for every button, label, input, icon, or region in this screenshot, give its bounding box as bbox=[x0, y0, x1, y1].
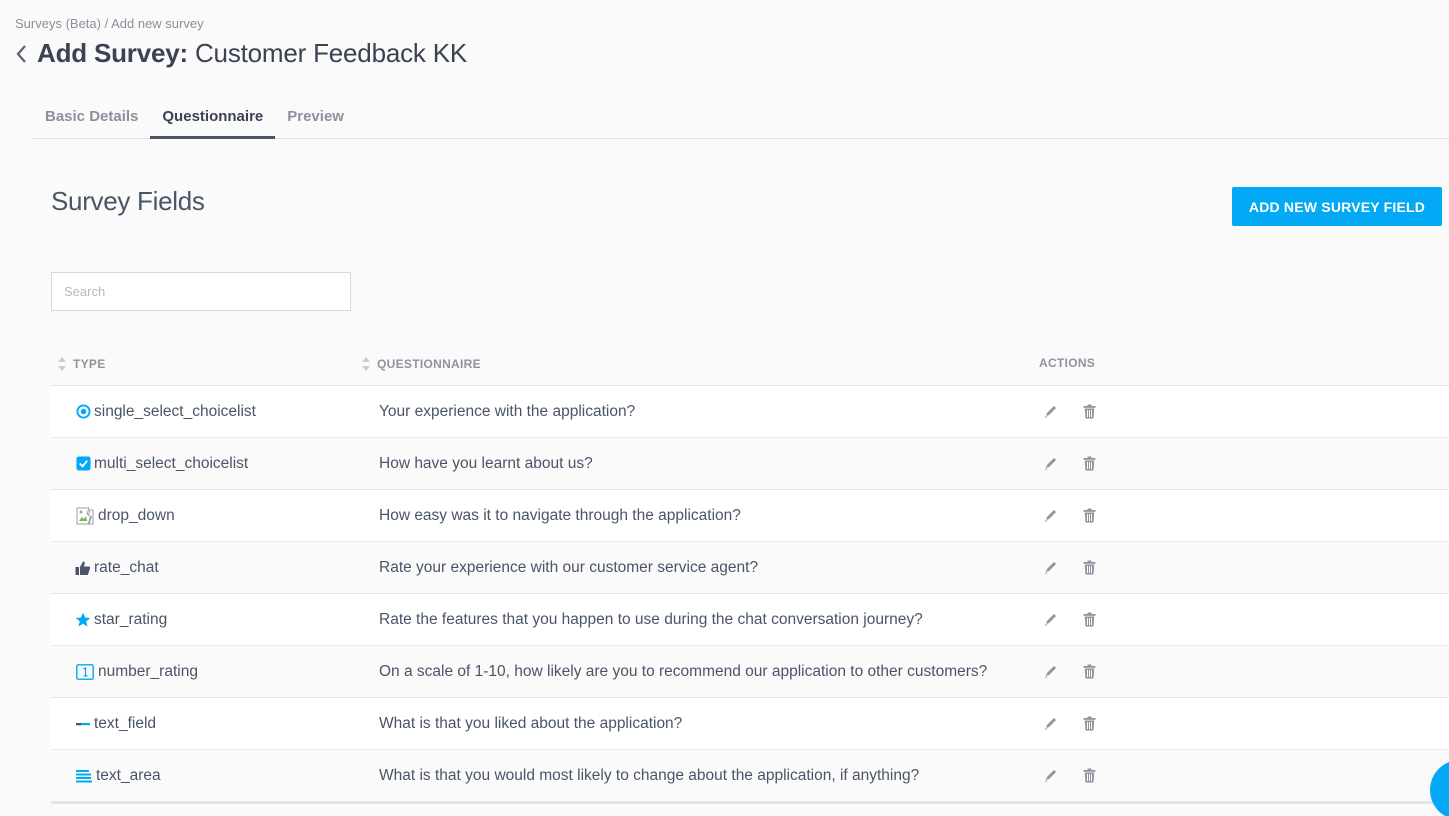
text-field-icon bbox=[75, 716, 91, 732]
question-cell: How easy was it to navigate through the … bbox=[379, 506, 741, 524]
type-label: multi_select_choicelist bbox=[94, 454, 249, 472]
table-footer-divider bbox=[51, 802, 1449, 804]
table-row: number_rating On a scale of 1-10, how li… bbox=[51, 646, 1449, 698]
search-input[interactable] bbox=[51, 272, 351, 311]
table-row: single_select_choicelist Your experience… bbox=[51, 386, 1449, 438]
question-cell: What is that you would most likely to ch… bbox=[379, 766, 920, 784]
type-cell: rate_chat bbox=[75, 542, 159, 593]
page-title: Add Survey: Customer Feedback KK bbox=[37, 38, 467, 69]
radio-icon bbox=[75, 404, 91, 420]
delete-icon[interactable] bbox=[1081, 612, 1097, 628]
questionnaire-column-label: QUESTIONNAIRE bbox=[377, 357, 481, 371]
type-cell: number_rating bbox=[75, 646, 198, 697]
type-column-label: TYPE bbox=[73, 357, 106, 371]
star-icon bbox=[75, 612, 91, 628]
actions-cell bbox=[1043, 698, 1097, 749]
delete-icon[interactable] bbox=[1081, 508, 1097, 524]
actions-cell bbox=[1043, 490, 1097, 541]
question-cell: On a scale of 1-10, how likely are you t… bbox=[379, 662, 988, 680]
edit-icon[interactable] bbox=[1043, 508, 1059, 524]
questionnaire-column-header[interactable]: QUESTIONNAIRE bbox=[361, 356, 481, 372]
checkbox-icon bbox=[75, 456, 91, 472]
page-title-prefix: Add Survey: bbox=[37, 38, 188, 68]
survey-name: Customer Feedback KK bbox=[194, 38, 467, 68]
delete-icon[interactable] bbox=[1081, 768, 1097, 784]
delete-icon[interactable] bbox=[1081, 404, 1097, 420]
table-row: rate_chat Rate your experience with our … bbox=[51, 542, 1449, 594]
tab-bar: Basic Details Questionnaire Preview bbox=[33, 98, 1449, 139]
tab-preview[interactable]: Preview bbox=[275, 98, 356, 139]
sort-icon bbox=[362, 357, 370, 371]
type-cell: text_area bbox=[75, 750, 161, 801]
question-cell: Rate the features that you happen to use… bbox=[379, 610, 923, 628]
chevron-left-icon[interactable] bbox=[15, 39, 33, 69]
table-header: TYPE QUESTIONNAIRE ACTIONS bbox=[51, 340, 1449, 386]
number-icon bbox=[75, 663, 95, 680]
actions-cell bbox=[1043, 542, 1097, 593]
delete-icon[interactable] bbox=[1081, 664, 1097, 680]
type-label: text_area bbox=[96, 766, 161, 784]
type-label: drop_down bbox=[98, 506, 175, 524]
edit-icon[interactable] bbox=[1043, 456, 1059, 472]
delete-icon[interactable] bbox=[1081, 456, 1097, 472]
survey-fields-table: single_select_choicelist Your experience… bbox=[51, 386, 1449, 802]
table-row: star_rating Rate the features that you h… bbox=[51, 594, 1449, 646]
edit-icon[interactable] bbox=[1043, 716, 1059, 732]
table-row: text_area What is that you would most li… bbox=[51, 750, 1449, 802]
question-cell: How have you learnt about us? bbox=[379, 454, 593, 472]
edit-icon[interactable] bbox=[1043, 768, 1059, 784]
edit-icon[interactable] bbox=[1043, 560, 1059, 576]
edit-icon[interactable] bbox=[1043, 404, 1059, 420]
type-label: text_field bbox=[94, 714, 157, 732]
page-header: Add Survey: Customer Feedback KK bbox=[15, 38, 467, 69]
type-cell: drop_down bbox=[75, 490, 175, 541]
delete-icon[interactable] bbox=[1081, 560, 1097, 576]
thumbs-up-icon bbox=[75, 560, 91, 576]
text-area-icon bbox=[75, 768, 93, 784]
type-label: single_select_choicelist bbox=[94, 402, 256, 420]
breadcrumb: Surveys (Beta) / Add new survey bbox=[15, 16, 204, 31]
type-label: star_rating bbox=[94, 610, 168, 628]
actions-cell bbox=[1043, 386, 1097, 437]
question-cell: Rate your experience with our customer s… bbox=[379, 558, 759, 576]
question-cell: What is that you liked about the applica… bbox=[379, 714, 683, 732]
table-row: multi_select_choicelist How have you lea… bbox=[51, 438, 1449, 490]
add-survey-field-button[interactable]: ADD NEW SURVEY FIELD bbox=[1232, 187, 1442, 226]
table-row: text_field What is that you liked about … bbox=[51, 698, 1449, 750]
delete-icon[interactable] bbox=[1081, 716, 1097, 732]
edit-icon[interactable] bbox=[1043, 612, 1059, 628]
type-column-header[interactable]: TYPE bbox=[57, 356, 106, 372]
sort-icon bbox=[58, 357, 66, 371]
type-cell: multi_select_choicelist bbox=[75, 438, 248, 489]
actions-cell bbox=[1043, 646, 1097, 697]
type-cell: text_field bbox=[75, 698, 156, 749]
actions-cell bbox=[1043, 594, 1097, 645]
question-cell: Your experience with the application? bbox=[379, 402, 636, 420]
broken-image-icon bbox=[75, 507, 95, 524]
table-row: drop_down How easy was it to navigate th… bbox=[51, 490, 1449, 542]
actions-cell bbox=[1043, 750, 1097, 801]
type-label: rate_chat bbox=[94, 558, 159, 576]
type-cell: single_select_choicelist bbox=[75, 386, 256, 437]
actions-cell bbox=[1043, 438, 1097, 489]
actions-column-header: ACTIONS bbox=[1039, 356, 1095, 370]
tab-basic-details[interactable]: Basic Details bbox=[33, 98, 150, 139]
type-label: number_rating bbox=[98, 662, 198, 680]
type-cell: star_rating bbox=[75, 594, 167, 645]
edit-icon[interactable] bbox=[1043, 664, 1059, 680]
section-title: Survey Fields bbox=[51, 186, 205, 216]
tab-questionnaire[interactable]: Questionnaire bbox=[150, 98, 276, 139]
actions-column-label: ACTIONS bbox=[1039, 356, 1096, 370]
